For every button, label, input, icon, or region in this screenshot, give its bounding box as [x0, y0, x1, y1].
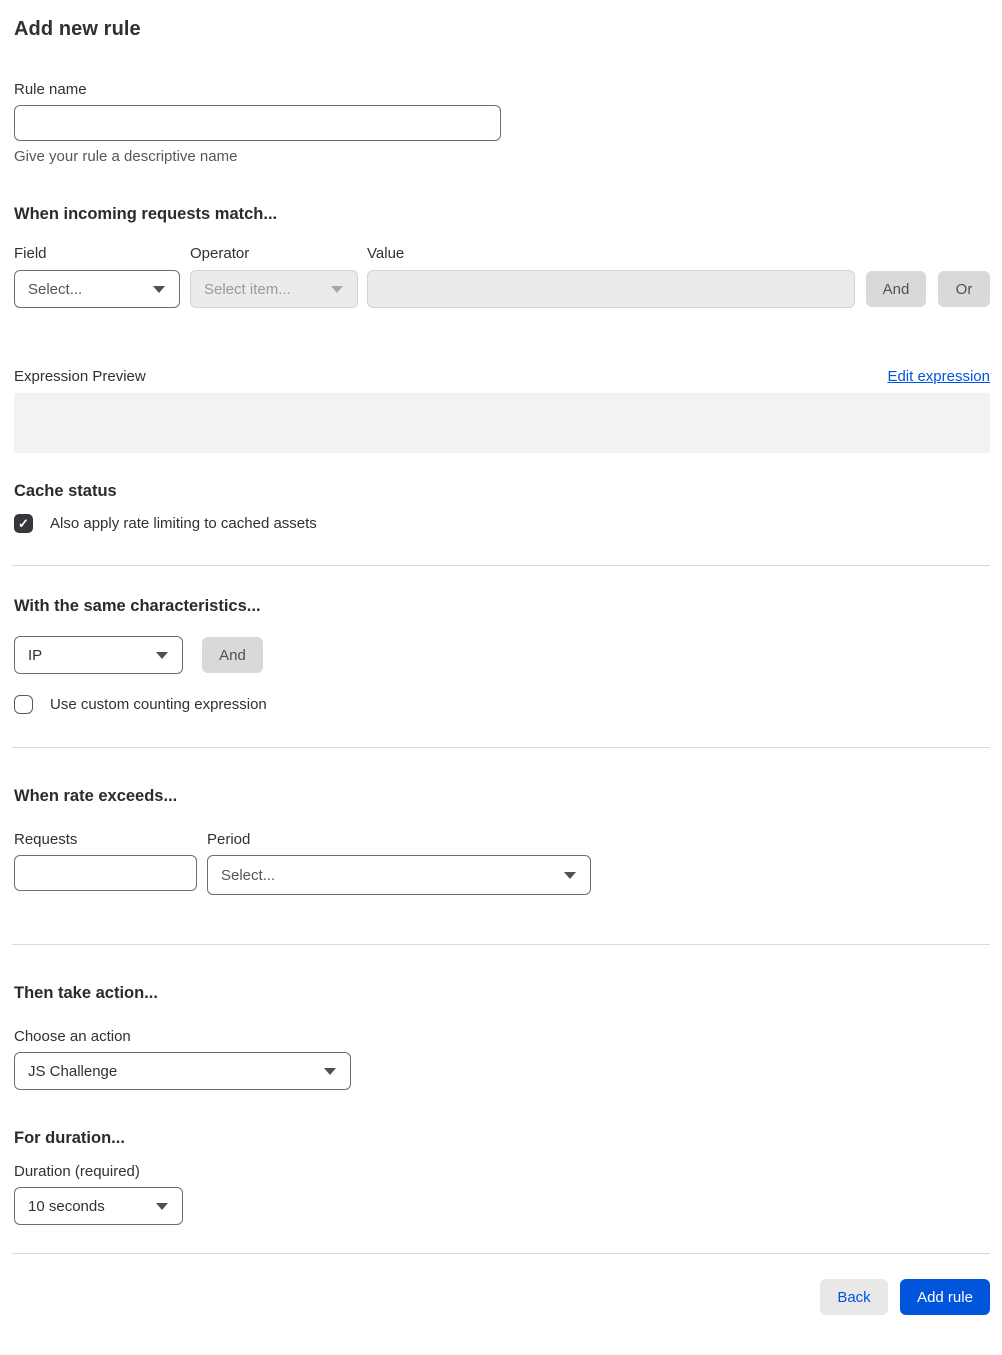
or-condition-button[interactable]: Or: [938, 271, 990, 307]
rule-name-input[interactable]: [14, 105, 501, 141]
rule-name-label: Rule name: [14, 81, 87, 98]
action-select-value: JS Challenge: [28, 1062, 118, 1080]
cache-status-heading: Cache status: [14, 482, 117, 500]
add-rule-button[interactable]: Add rule: [900, 1279, 990, 1315]
match-builder-row: Field Select... Operator Select item... …: [14, 243, 990, 308]
match-section-heading: When incoming requests match...: [14, 205, 278, 223]
duration-label: Duration (required): [14, 1163, 140, 1180]
field-select-value: Select...: [28, 280, 83, 298]
check-icon: ✓: [18, 516, 29, 531]
chevron-down-icon: [156, 651, 168, 659]
rule-name-helper: Give your rule a descriptive name: [14, 148, 238, 165]
chevron-down-icon: [324, 1067, 336, 1075]
operator-label: Operator: [190, 245, 250, 262]
counting-expression-checkbox[interactable]: [14, 695, 33, 714]
chevron-down-icon: [564, 871, 576, 879]
period-select[interactable]: Select...: [207, 855, 591, 895]
field-select[interactable]: Select...: [14, 270, 180, 308]
operator-select-value: Select item...: [204, 280, 291, 298]
rate-section-heading: When rate exceeds...: [14, 787, 178, 805]
add-rule-form: Add new rule Rule name Give your rule a …: [0, 18, 1002, 1355]
requests-label: Requests: [14, 831, 78, 848]
chevron-down-icon: [331, 285, 343, 293]
chevron-down-icon: [153, 285, 165, 293]
divider: [12, 944, 990, 945]
action-select[interactable]: JS Challenge: [14, 1052, 351, 1090]
expression-preview-box: [14, 393, 990, 453]
rate-row: Requests Period Select...: [14, 829, 990, 895]
characteristics-heading: With the same characteristics...: [14, 597, 261, 615]
characteristics-row: IP And: [14, 636, 990, 674]
expression-preview-row: Expression Preview Edit expression: [14, 366, 990, 387]
duration-select-value: 10 seconds: [28, 1197, 105, 1215]
divider: [12, 565, 990, 566]
divider: [12, 1253, 990, 1254]
value-input: [367, 270, 855, 308]
divider: [12, 747, 990, 748]
and-condition-button[interactable]: And: [866, 271, 926, 307]
edit-expression-link[interactable]: Edit expression: [887, 368, 990, 385]
action-label: Choose an action: [14, 1028, 131, 1045]
value-label: Value: [367, 245, 405, 262]
cached-assets-checkbox[interactable]: ✓: [14, 514, 33, 533]
action-section-heading: Then take action...: [14, 984, 158, 1002]
page-title: Add new rule: [14, 18, 141, 40]
cached-assets-checkbox-label: Also apply rate limiting to cached asset…: [50, 515, 317, 532]
counting-expression-checkbox-label: Use custom counting expression: [50, 696, 267, 713]
expression-preview-label: Expression Preview: [14, 368, 146, 385]
operator-select: Select item...: [190, 270, 358, 308]
duration-select[interactable]: 10 seconds: [14, 1187, 183, 1225]
counting-expression-checkbox-row: Use custom counting expression: [14, 695, 990, 714]
cache-status-checkbox-row: ✓ Also apply rate limiting to cached ass…: [14, 514, 990, 533]
back-button[interactable]: Back: [820, 1279, 888, 1315]
chevron-down-icon: [156, 1202, 168, 1210]
characteristic-select-value: IP: [28, 646, 43, 664]
period-label: Period: [207, 831, 251, 848]
footer-actions: Back Add rule: [14, 1279, 990, 1315]
duration-section-heading: For duration...: [14, 1129, 125, 1147]
add-characteristic-button[interactable]: And: [202, 637, 263, 673]
field-label: Field: [14, 245, 47, 262]
requests-input[interactable]: [14, 855, 197, 891]
period-select-value: Select...: [221, 866, 276, 884]
characteristic-select[interactable]: IP: [14, 636, 183, 674]
